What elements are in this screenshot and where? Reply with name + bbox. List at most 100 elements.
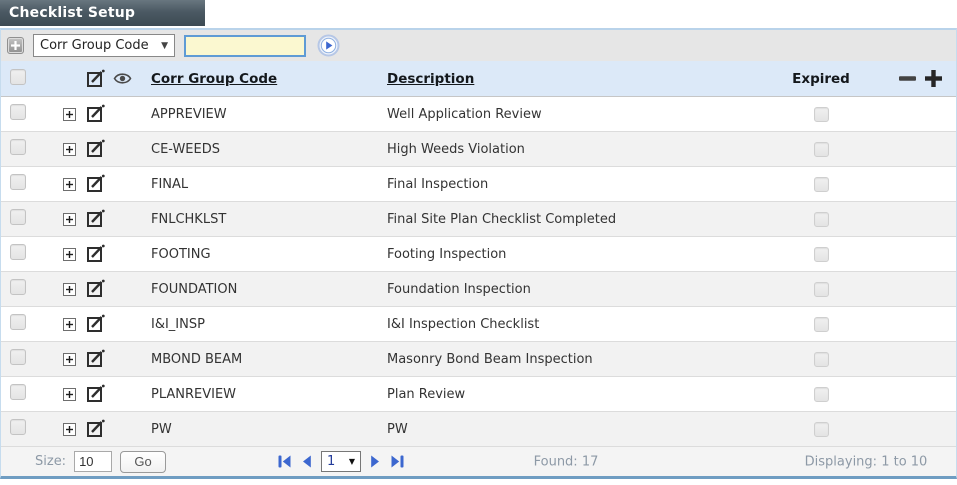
submit-search-button[interactable] xyxy=(317,34,340,57)
chevron-down-icon: ▼ xyxy=(348,457,355,466)
expired-checkbox[interactable] xyxy=(813,386,829,402)
table-row: I&I_INSP I&I Inspection Checklist xyxy=(1,307,956,342)
expand-row-icon[interactable] xyxy=(63,282,76,296)
edit-row-icon[interactable] xyxy=(86,209,106,229)
edit-icon[interactable] xyxy=(86,69,106,89)
corr-group-code-cell: FINAL xyxy=(151,176,189,192)
table-row: CE-WEEDS High Weeds Violation xyxy=(1,132,956,167)
plus-icon[interactable] xyxy=(923,68,944,89)
row-select-checkbox[interactable] xyxy=(10,384,26,400)
edit-row-icon[interactable] xyxy=(86,349,106,369)
row-select-checkbox[interactable] xyxy=(10,139,26,155)
corr-group-code-cell: PW xyxy=(151,421,172,437)
row-select-checkbox[interactable] xyxy=(10,419,26,435)
search-toolbar: Corr Group Code ▼ xyxy=(1,30,956,61)
row-select-checkbox[interactable] xyxy=(10,209,26,225)
previous-page-icon[interactable] xyxy=(300,454,313,469)
found-count: Found: 17 xyxy=(533,454,599,469)
description-cell: Masonry Bond Beam Inspection xyxy=(387,351,593,367)
table-body: APPREVIEW Well Application Review CE-WEE… xyxy=(1,97,956,447)
row-select-checkbox[interactable] xyxy=(10,279,26,295)
page-size-go-button[interactable]: Go xyxy=(120,450,167,473)
page-size-input[interactable] xyxy=(74,451,113,472)
page-size-group: Size: Go xyxy=(35,447,167,476)
description-cell: High Weeds Violation xyxy=(387,141,525,157)
expired-checkbox[interactable] xyxy=(813,211,829,227)
edit-row-icon[interactable] xyxy=(86,139,106,159)
chevron-down-icon: ▼ xyxy=(161,40,168,51)
expired-checkbox[interactable] xyxy=(813,246,829,262)
table-row: APPREVIEW Well Application Review xyxy=(1,97,956,132)
checklist-setup-page: Checklist Setup Corr Group Code ▼ Corr G… xyxy=(0,0,957,485)
edit-row-icon[interactable] xyxy=(86,419,106,439)
edit-row-icon[interactable] xyxy=(86,174,106,194)
row-select-checkbox[interactable] xyxy=(10,174,26,190)
expand-row-icon[interactable] xyxy=(63,107,76,121)
add-button[interactable] xyxy=(7,37,24,54)
next-page-icon[interactable] xyxy=(369,454,382,469)
expired-checkbox[interactable] xyxy=(813,141,829,157)
expand-row-icon[interactable] xyxy=(63,212,76,226)
expired-checkbox[interactable] xyxy=(813,316,829,332)
expired-checkbox[interactable] xyxy=(813,106,829,122)
expand-row-icon[interactable] xyxy=(63,352,76,366)
expired-checkbox[interactable] xyxy=(813,281,829,297)
first-page-icon[interactable] xyxy=(277,454,292,469)
description-cell: PW xyxy=(387,421,408,437)
corr-group-code-cell: CE-WEEDS xyxy=(151,141,220,157)
page-select[interactable]: 1 ▼ xyxy=(321,451,361,472)
edit-row-icon[interactable] xyxy=(86,104,106,124)
eye-icon[interactable] xyxy=(113,72,132,85)
displaying-range: Displaying: 1 to 10 xyxy=(804,454,928,469)
corr-group-code-cell: PLANREVIEW xyxy=(151,386,237,402)
sort-corr-group-code-header[interactable]: Corr Group Code xyxy=(151,71,277,87)
description-cell: Footing Inspection xyxy=(387,246,507,262)
search-field-select[interactable]: Corr Group Code ▼ xyxy=(33,34,175,57)
edit-row-icon[interactable] xyxy=(86,244,106,264)
page-title-label: Checklist Setup xyxy=(9,5,136,21)
table-row: FNLCHKLST Final Site Plan Checklist Comp… xyxy=(1,202,956,237)
expand-row-icon[interactable] xyxy=(63,422,76,436)
pager-controls: 1 ▼ xyxy=(277,447,405,476)
expired-checkbox[interactable] xyxy=(813,176,829,192)
minus-icon[interactable] xyxy=(897,68,918,89)
expand-row-icon[interactable] xyxy=(63,317,76,331)
last-page-icon[interactable] xyxy=(390,454,405,469)
edit-row-icon[interactable] xyxy=(86,314,106,334)
plus-icon xyxy=(11,41,20,50)
expired-checkbox[interactable] xyxy=(813,351,829,367)
table-row: FOUNDATION Foundation Inspection xyxy=(1,272,956,307)
table-header-row: Corr Group Code Description Expired xyxy=(1,61,956,97)
current-page-value: 1 xyxy=(327,454,336,469)
description-cell: Foundation Inspection xyxy=(387,281,531,297)
expired-checkbox[interactable] xyxy=(813,421,829,437)
size-label: Size: xyxy=(35,454,67,469)
search-input[interactable] xyxy=(184,34,306,57)
expand-row-icon[interactable] xyxy=(63,387,76,401)
expand-row-icon[interactable] xyxy=(63,247,76,261)
search-field-value: Corr Group Code xyxy=(40,38,149,53)
row-select-checkbox[interactable] xyxy=(10,104,26,120)
row-select-checkbox[interactable] xyxy=(10,314,26,330)
corr-group-code-cell: APPREVIEW xyxy=(151,106,227,122)
row-select-checkbox[interactable] xyxy=(10,244,26,260)
select-all-checkbox[interactable] xyxy=(10,68,26,85)
edit-row-icon[interactable] xyxy=(86,279,106,299)
corr-group-code-cell: FOUNDATION xyxy=(151,281,238,297)
corr-group-code-cell: MBOND BEAM xyxy=(151,351,243,367)
corr-group-code-cell: I&I_INSP xyxy=(151,316,205,332)
table-row: PLANREVIEW Plan Review xyxy=(1,377,956,412)
table-row: FINAL Final Inspection xyxy=(1,167,956,202)
corr-group-code-cell: FOOTING xyxy=(151,246,211,262)
description-cell: I&I Inspection Checklist xyxy=(387,316,540,332)
expand-row-icon[interactable] xyxy=(63,177,76,191)
pagination-bar: Size: Go 1 ▼ xyxy=(1,447,956,476)
row-select-checkbox[interactable] xyxy=(10,349,26,365)
description-cell: Well Application Review xyxy=(387,106,542,122)
page-title: Checklist Setup xyxy=(0,0,205,26)
sort-description-header[interactable]: Description xyxy=(387,71,474,87)
table-row: FOOTING Footing Inspection xyxy=(1,237,956,272)
table-row: MBOND BEAM Masonry Bond Beam Inspection xyxy=(1,342,956,377)
expand-row-icon[interactable] xyxy=(63,142,76,156)
edit-row-icon[interactable] xyxy=(86,384,106,404)
